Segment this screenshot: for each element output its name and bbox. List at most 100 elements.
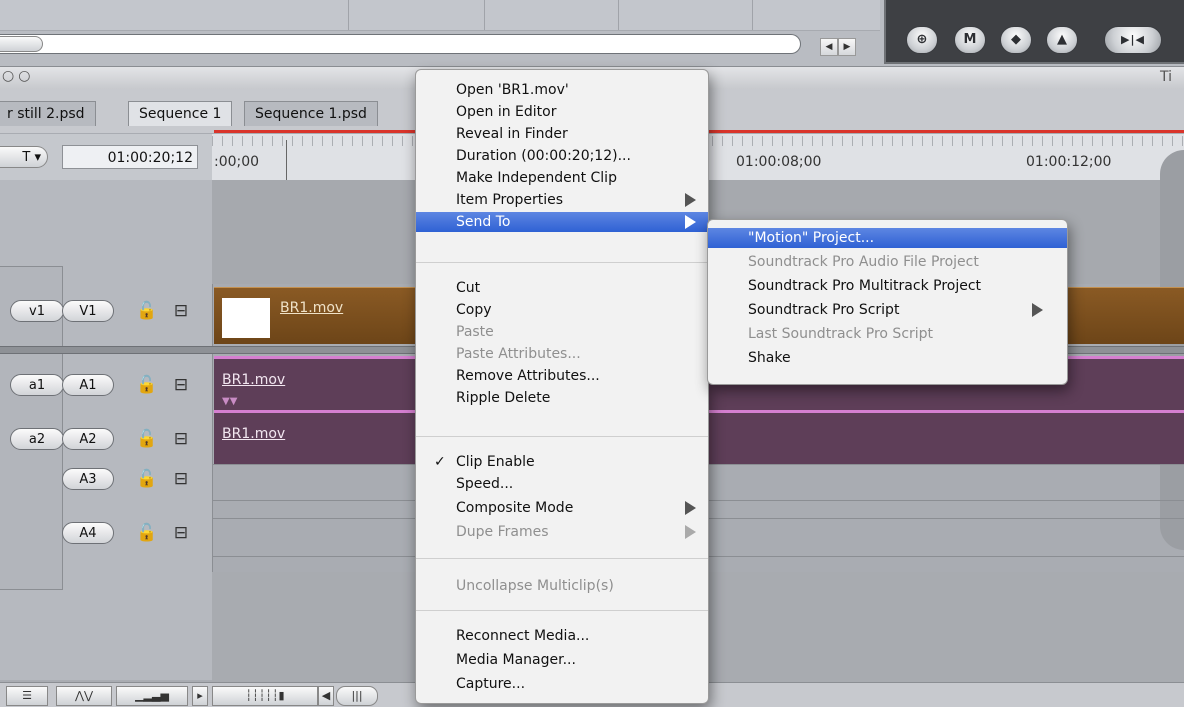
keyframe-icon[interactable]: ▲ (1046, 26, 1078, 54)
menu-item-label: Dupe Frames (456, 524, 549, 540)
menu-item-label: Composite Mode (456, 500, 574, 516)
ruler-label: 01:00:08;00 (736, 154, 822, 170)
clip-overlays-icon[interactable]: ⋀⋁ (56, 686, 112, 706)
video-clip-label: BR1.mov (280, 300, 344, 316)
source-track-a2[interactable]: a2 (10, 428, 64, 450)
menu-item-paste-attributes: Paste Attributes... (456, 346, 581, 362)
menu-separator (416, 262, 708, 263)
menu-item-composite-mode[interactable]: Composite Mode (416, 498, 708, 518)
add-marker-icon[interactable]: ◆ (1000, 26, 1032, 54)
dest-track-v1[interactable]: V1 (62, 300, 114, 322)
auto-select-icon[interactable]: ⊟ (170, 374, 192, 396)
source-track-v1[interactable]: v1 (10, 300, 64, 322)
insert-edit-icon[interactable]: ⊕ (906, 26, 938, 54)
submenu-arrow-icon (685, 215, 696, 229)
ruler-label: 01:00:12;00 (1026, 154, 1112, 170)
browser-columns (0, 0, 880, 31)
menu-item-make-independent-clip[interactable]: Make Independent Clip (416, 168, 708, 188)
clip-context-menu: Open 'BR1.mov' Open in Editor Reveal in … (415, 69, 709, 704)
track-height-icon[interactable]: ▁▂▃▅ (116, 686, 188, 706)
menu-item-clip-enable[interactable]: ✓ Clip Enable (416, 452, 708, 472)
menu-item-remove-attributes[interactable]: Remove Attributes... (416, 366, 708, 386)
in-out-points-icon[interactable]: ▶|◀ (1104, 26, 1162, 54)
source-track-a1[interactable]: a1 (10, 374, 64, 396)
menu-item-dupe-frames: Dupe Frames (416, 522, 708, 542)
scroll-right-arrow-icon[interactable]: ▶ (838, 38, 856, 56)
submenu-item-stp-audio-file-project: Soundtrack Pro Audio File Project (748, 254, 979, 270)
dest-track-a1[interactable]: A1 (62, 374, 114, 396)
menu-separator (416, 558, 708, 559)
menu-separator (416, 610, 708, 611)
audio-clip-label: BR1.mov (222, 426, 286, 442)
menu-item-item-properties[interactable]: Item Properties (416, 190, 708, 210)
column-divider (752, 0, 753, 30)
menu-item-copy[interactable]: Copy (416, 300, 708, 320)
menu-item-reveal-in-finder[interactable]: Reveal in Finder (416, 124, 708, 144)
link-marker-icon: ▼▼ (222, 396, 238, 407)
send-to-submenu: "Motion" Project... Soundtrack Pro Audio… (707, 219, 1068, 385)
tab-sequence-1[interactable]: Sequence 1 (128, 101, 233, 126)
menu-item-duration[interactable]: Duration (00:00:20;12)... (416, 146, 708, 166)
ruler-label: :00;00 (214, 154, 260, 170)
dest-track-a4[interactable]: A4 (62, 522, 114, 544)
horizontal-scrollbar[interactable] (0, 34, 801, 54)
submenu-arrow-icon (685, 193, 696, 207)
lock-icon[interactable]: 🔓 (136, 468, 158, 490)
lock-icon[interactable]: 🔓 (136, 300, 158, 322)
auto-select-icon[interactable]: ⊟ (170, 300, 192, 322)
column-divider (618, 0, 619, 30)
submenu-arrow-icon (685, 525, 696, 539)
submenu-arrow-icon (1032, 303, 1043, 317)
window-controls-icon[interactable]: ○○ (2, 68, 34, 84)
audio-clip-label: BR1.mov (222, 372, 286, 388)
submenu-arrow-icon (685, 501, 696, 515)
scroll-left-icon[interactable]: ◀ (318, 686, 334, 706)
menu-item-label: Item Properties (456, 192, 564, 208)
menu-item-open-in-editor[interactable]: Open in Editor (416, 102, 708, 122)
zoom-arrow-icon[interactable]: ▸ (192, 686, 208, 706)
menu-item-capture[interactable]: Capture... (416, 674, 708, 694)
auto-select-icon[interactable]: ⊟ (170, 468, 192, 490)
tab-sequence-1-psd[interactable]: Sequence 1.psd (244, 101, 378, 126)
rt-label: T (22, 150, 31, 165)
scrollbar-thumb[interactable] (0, 36, 43, 52)
column-divider (484, 0, 485, 30)
menu-separator (416, 436, 708, 437)
tab-still-psd[interactable]: r still 2.psd (0, 101, 96, 126)
scroll-left-arrow-icon[interactable]: ◀ (820, 38, 838, 56)
track-layout-icon[interactable]: ☰ (6, 686, 48, 706)
lock-icon[interactable]: 🔓 (136, 428, 158, 450)
clip-thumbnail (222, 298, 270, 338)
menu-item-cut[interactable]: Cut (416, 278, 708, 298)
playhead[interactable] (286, 140, 287, 180)
menu-item-label: Soundtrack Pro Script (748, 302, 900, 318)
menu-item-ripple-delete[interactable]: Ripple Delete (416, 388, 708, 408)
submenu-item-last-stp-script: Last Soundtrack Pro Script (748, 326, 934, 342)
menu-item-open-clip[interactable]: Open 'BR1.mov' (416, 80, 708, 100)
current-timecode-field[interactable]: 01:00:20;12 (62, 145, 198, 169)
submenu-item-stp-multitrack-project[interactable]: Soundtrack Pro Multitrack Project (708, 276, 1067, 296)
column-divider (348, 0, 349, 30)
auto-select-icon[interactable]: ⊟ (170, 522, 192, 544)
auto-select-icon[interactable]: ⊟ (170, 428, 192, 450)
menu-item-label: Clip Enable (456, 454, 535, 470)
menu-item-paste: Paste (456, 324, 494, 340)
dest-track-a2[interactable]: A2 (62, 428, 114, 450)
lock-icon[interactable]: 🔓 (136, 522, 158, 544)
window-title: Ti (1160, 69, 1173, 85)
lock-icon[interactable]: 🔓 (136, 374, 158, 396)
scroll-thumb[interactable]: ||| (336, 686, 378, 706)
menu-item-label: Send To (456, 214, 511, 230)
dest-track-a3[interactable]: A3 (62, 468, 114, 490)
submenu-item-stp-script[interactable]: Soundtrack Pro Script (708, 300, 1067, 320)
submenu-item-shake[interactable]: Shake (708, 348, 1067, 368)
menu-item-send-to[interactable]: Send To (416, 212, 708, 232)
menu-item-media-manager[interactable]: Media Manager... (416, 650, 708, 670)
menu-item-speed[interactable]: Speed... (416, 474, 708, 494)
checkmark-icon: ✓ (434, 454, 446, 470)
rt-popup-button[interactable]: T ▾ (0, 146, 48, 168)
submenu-item-motion-project[interactable]: "Motion" Project... (708, 228, 1067, 248)
mark-in-out-icon[interactable]: M (954, 26, 986, 54)
menu-item-reconnect-media[interactable]: Reconnect Media... (416, 626, 708, 646)
zoom-slider[interactable]: ┆┆┆┆┆▮ (212, 686, 318, 706)
